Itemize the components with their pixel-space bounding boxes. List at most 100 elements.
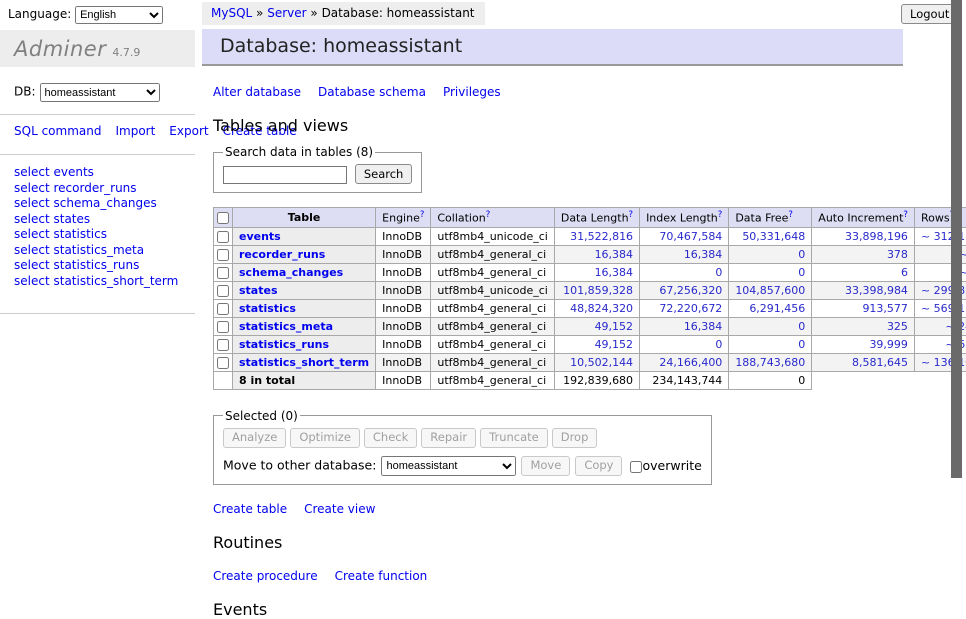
table-link-schema-changes[interactable]: schema_changes bbox=[53, 196, 156, 210]
table-name-link[interactable]: states bbox=[239, 284, 278, 297]
data-length-cell: 16,384 bbox=[554, 263, 639, 281]
select-link[interactable]: select bbox=[14, 196, 50, 210]
scrollbar[interactable] bbox=[951, 0, 962, 543]
check-button[interactable]: Check bbox=[364, 428, 417, 448]
table-name-link[interactable]: schema_changes bbox=[239, 266, 343, 279]
row-checkbox[interactable] bbox=[217, 321, 229, 333]
engine-cell: InnoDB bbox=[376, 317, 431, 335]
table-link-statistics[interactable]: statistics bbox=[53, 227, 107, 241]
move-button[interactable]: Move bbox=[521, 456, 570, 476]
collation-cell: utf8mb4_general_ci bbox=[431, 263, 554, 281]
row-checkbox[interactable] bbox=[217, 357, 229, 369]
select-link[interactable]: select bbox=[14, 212, 50, 226]
data-free-cell: 0 bbox=[729, 335, 812, 353]
collation-cell: utf8mb4_general_ci bbox=[431, 371, 554, 389]
index-length-cell: 0 bbox=[640, 263, 729, 281]
table-link-events[interactable]: events bbox=[53, 165, 93, 179]
row-checkbox[interactable] bbox=[217, 285, 229, 297]
create-table-link-main[interactable]: Create table bbox=[213, 502, 287, 516]
truncate-button[interactable]: Truncate bbox=[480, 428, 548, 448]
db-label: DB: bbox=[14, 85, 36, 99]
help-icon[interactable]: ? bbox=[629, 210, 634, 220]
list-item: select statistics_meta bbox=[14, 243, 195, 259]
db-selector-row: DB: homeassistant bbox=[14, 83, 195, 102]
section-title-events: Events bbox=[213, 600, 903, 619]
move-row: Move to other database:homeassistantMove… bbox=[223, 456, 702, 476]
help-icon[interactable]: ? bbox=[788, 210, 793, 220]
table-name-link[interactable]: statistics_runs bbox=[239, 338, 329, 351]
column-header-table: Table bbox=[233, 208, 376, 228]
create-view-link[interactable]: Create view bbox=[304, 502, 375, 516]
table-link-states[interactable]: states bbox=[53, 212, 90, 226]
index-length-cell: 16,384 bbox=[640, 317, 729, 335]
language-row: Language: English bbox=[0, 0, 195, 30]
engine-cell: InnoDB bbox=[376, 371, 431, 389]
data-free-cell: 188,743,680 bbox=[729, 353, 812, 371]
table-name-link[interactable]: statistics_meta bbox=[239, 320, 333, 333]
help-icon[interactable]: ? bbox=[486, 210, 491, 220]
main-content: MySQL » Server » Database: homeassistant… bbox=[202, 0, 903, 619]
alter-database-link[interactable]: Alter database bbox=[213, 85, 301, 99]
table-name-link[interactable]: events bbox=[239, 230, 281, 243]
row-checkbox[interactable] bbox=[217, 249, 229, 261]
logout-button[interactable]: Logout bbox=[901, 4, 958, 24]
select-link[interactable]: select bbox=[14, 243, 50, 257]
select-link[interactable]: select bbox=[14, 258, 50, 272]
table-row: statistics_runs InnoDB utf8mb4_general_c… bbox=[214, 335, 966, 353]
copy-button[interactable]: Copy bbox=[575, 456, 622, 476]
optimize-button[interactable]: Optimize bbox=[290, 428, 360, 448]
drop-button[interactable]: Drop bbox=[552, 428, 598, 448]
db-select[interactable]: homeassistant bbox=[40, 83, 160, 102]
engine-cell: InnoDB bbox=[376, 227, 431, 245]
language-select[interactable]: English bbox=[75, 6, 163, 24]
row-checkbox[interactable] bbox=[217, 231, 229, 243]
select-link[interactable]: select bbox=[14, 274, 50, 288]
scrollbar-thumb[interactable] bbox=[951, 0, 962, 478]
breadcrumb-mysql-link[interactable]: MySQL bbox=[211, 6, 252, 20]
select-link[interactable]: select bbox=[14, 227, 50, 241]
help-icon[interactable]: ? bbox=[903, 210, 908, 220]
create-procedure-link[interactable]: Create procedure bbox=[213, 569, 318, 583]
database-schema-link[interactable]: Database schema bbox=[318, 85, 426, 99]
breadcrumb-separator: » bbox=[310, 6, 317, 20]
table-header-row: Table Engine? Collation? Data Length? In… bbox=[214, 208, 966, 228]
help-icon[interactable]: ? bbox=[420, 210, 425, 220]
table-link-statistics-short-term[interactable]: statistics_short_term bbox=[53, 274, 178, 288]
auto-increment-cell: 8,581,645 bbox=[812, 353, 915, 371]
repair-button[interactable]: Repair bbox=[421, 428, 476, 448]
column-header-index-length: Index Length? bbox=[640, 208, 729, 228]
row-checkbox[interactable] bbox=[217, 303, 229, 315]
table-link-statistics-runs[interactable]: statistics_runs bbox=[53, 258, 139, 272]
table-link-recorder-runs[interactable]: recorder_runs bbox=[53, 181, 136, 195]
privileges-link[interactable]: Privileges bbox=[443, 85, 501, 99]
row-checkbox[interactable] bbox=[217, 339, 229, 351]
select-all-checkbox[interactable] bbox=[217, 212, 229, 224]
table-name-link[interactable]: statistics_short_term bbox=[239, 356, 369, 369]
collation-cell: utf8mb4_general_ci bbox=[431, 299, 554, 317]
index-length-cell: 234,143,744 bbox=[640, 371, 729, 389]
table-name-link[interactable]: statistics bbox=[239, 302, 296, 315]
list-item: select statistics_runs bbox=[14, 258, 195, 274]
create-function-link[interactable]: Create function bbox=[335, 569, 428, 583]
help-icon[interactable]: ? bbox=[718, 210, 723, 220]
auto-increment-cell: 913,577 bbox=[812, 299, 915, 317]
select-link[interactable]: select bbox=[14, 181, 50, 195]
row-checkbox[interactable] bbox=[217, 267, 229, 279]
breadcrumb: MySQL » Server » Database: homeassistant bbox=[202, 2, 485, 25]
section-title-tables: Tables and views bbox=[213, 116, 903, 135]
list-item: select states bbox=[14, 212, 195, 228]
import-link[interactable]: Import bbox=[115, 124, 155, 138]
data-free-cell: 0 bbox=[729, 263, 812, 281]
list-item: select recorder_runs bbox=[14, 181, 195, 197]
search-input[interactable] bbox=[223, 166, 347, 184]
breadcrumb-server-link[interactable]: Server bbox=[267, 6, 306, 20]
move-db-select[interactable]: homeassistant bbox=[381, 456, 516, 476]
analyze-button[interactable]: Analyze bbox=[223, 428, 286, 448]
select-link[interactable]: select bbox=[14, 165, 50, 179]
collation-cell: utf8mb4_general_ci bbox=[431, 245, 554, 263]
table-name-link[interactable]: recorder_runs bbox=[239, 248, 325, 261]
overwrite-checkbox[interactable] bbox=[630, 461, 642, 473]
search-button[interactable]: Search bbox=[355, 164, 413, 184]
sql-command-link[interactable]: SQL command bbox=[14, 124, 101, 138]
table-link-statistics-meta[interactable]: statistics_meta bbox=[53, 243, 144, 257]
